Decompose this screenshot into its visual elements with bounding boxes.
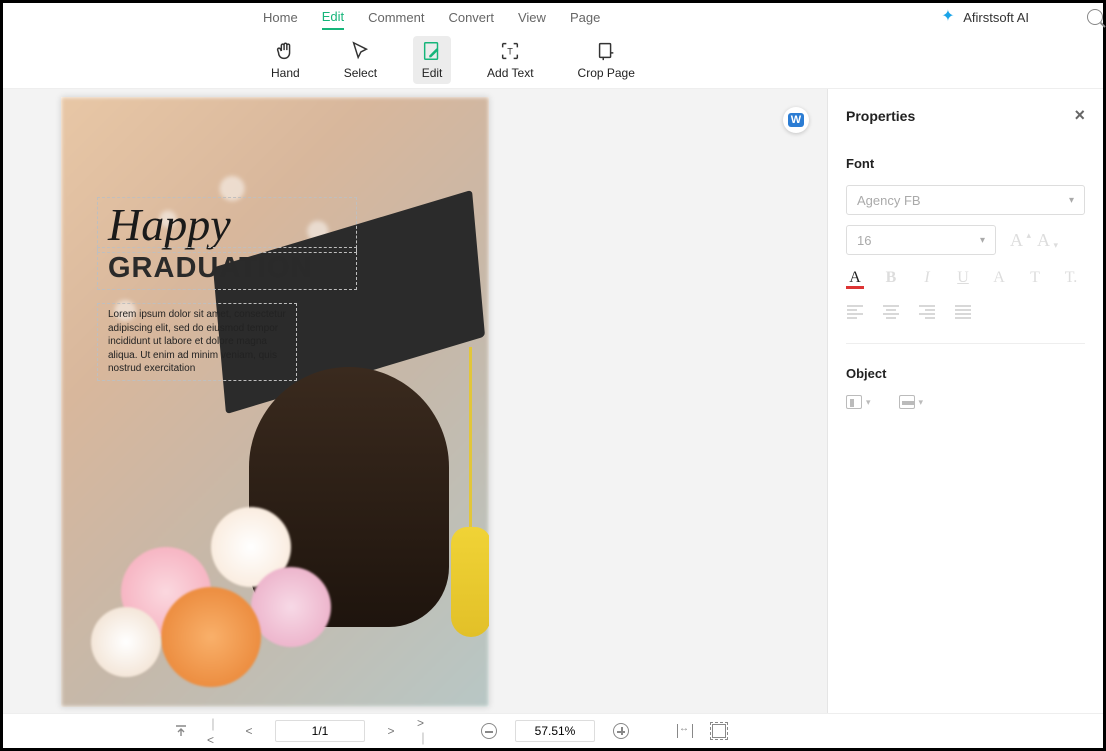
text-lorem[interactable]: Lorem ipsum dolor sit amet, consectetur …: [97, 303, 297, 381]
tool-add-text[interactable]: T Add Text: [479, 36, 541, 84]
tool-edit-label: Edit: [422, 66, 443, 80]
scroll-top-icon[interactable]: [173, 723, 189, 739]
object-align-icon: [846, 395, 862, 409]
align-left-icon[interactable]: [846, 303, 864, 321]
tool-add-text-label: Add Text: [487, 66, 533, 80]
decrease-font-icon[interactable]: A: [1037, 230, 1050, 251]
text-style-t2-icon[interactable]: T.: [1062, 269, 1080, 287]
page-input[interactable]: [275, 720, 365, 742]
font-size-value: 16: [857, 233, 871, 248]
zoom-in-icon[interactable]: [613, 723, 629, 739]
font-family-dropdown[interactable]: Agency FB: [846, 185, 1085, 215]
fit-page-icon[interactable]: [711, 723, 727, 739]
bold-icon[interactable]: B: [882, 269, 900, 287]
flowers-bouquet: [61, 477, 321, 707]
text-happy[interactable]: Happy: [97, 197, 357, 253]
tab-convert[interactable]: Convert: [448, 6, 494, 29]
italic-icon[interactable]: I: [918, 269, 936, 287]
svg-text:T: T: [507, 46, 513, 56]
tab-view[interactable]: View: [518, 6, 546, 29]
next-page-icon[interactable]: >: [383, 723, 399, 739]
close-icon[interactable]: ×: [1074, 105, 1085, 126]
tool-hand[interactable]: Hand: [263, 36, 308, 84]
object-distribute-dropdown[interactable]: [899, 395, 924, 409]
ai-brand-label: Afirstsoft AI: [963, 10, 1029, 25]
menu-bar: Home Edit Comment Convert View Page Afir…: [3, 3, 1103, 31]
first-page-icon[interactable]: ｜<: [207, 723, 223, 739]
word-icon: W: [788, 113, 804, 127]
zoom-input[interactable]: [515, 720, 595, 742]
align-justify-icon[interactable]: [954, 303, 972, 321]
tool-select-label: Select: [344, 66, 377, 80]
convert-to-word-badge[interactable]: W: [783, 107, 809, 133]
document-canvas[interactable]: Happy GRADUATION Lorem ipsum dolor sit a…: [61, 97, 489, 707]
tab-edit[interactable]: Edit: [322, 5, 344, 30]
text-style-a-icon[interactable]: A: [990, 269, 1008, 287]
tab-comment[interactable]: Comment: [368, 6, 424, 29]
edit-page-icon: [421, 40, 443, 62]
crop-icon: [595, 40, 617, 62]
tool-select[interactable]: Select: [336, 36, 385, 84]
add-text-icon: T: [499, 40, 521, 62]
font-section-title: Font: [846, 156, 1085, 171]
increase-font-icon[interactable]: A: [1010, 230, 1023, 251]
font-color-icon[interactable]: A: [846, 269, 864, 287]
object-section-title: Object: [846, 366, 1085, 381]
toolbar: Hand Select Edit T Add Text Crop Page: [3, 31, 1103, 89]
sparkle-icon: [941, 9, 957, 25]
fit-width-icon[interactable]: [677, 723, 693, 739]
tool-edit[interactable]: Edit: [413, 36, 451, 84]
font-family-value: Agency FB: [857, 193, 921, 208]
panel-title: Properties: [846, 108, 915, 124]
properties-panel: Properties × Font Agency FB 16 A A A B I…: [827, 89, 1103, 713]
tool-crop-page-label: Crop Page: [578, 66, 635, 80]
tab-page[interactable]: Page: [570, 6, 600, 29]
ai-brand[interactable]: Afirstsoft AI: [941, 9, 1029, 25]
font-size-dropdown[interactable]: 16: [846, 225, 996, 255]
text-graduation[interactable]: GRADUATION: [97, 247, 357, 290]
tool-hand-label: Hand: [271, 66, 300, 80]
search-icon[interactable]: [1087, 9, 1103, 25]
zoom-out-icon[interactable]: [481, 723, 497, 739]
hand-icon: [274, 40, 296, 62]
align-center-icon[interactable]: [882, 303, 900, 321]
cursor-icon: [349, 40, 371, 62]
align-right-icon[interactable]: [918, 303, 936, 321]
last-page-icon[interactable]: >｜: [417, 723, 433, 739]
object-align-dropdown[interactable]: [846, 395, 871, 409]
tool-crop-page[interactable]: Crop Page: [570, 36, 643, 84]
tab-home[interactable]: Home: [263, 6, 298, 29]
bottom-bar: ｜< < > >｜: [3, 713, 1103, 748]
object-distribute-icon: [899, 395, 915, 409]
underline-icon[interactable]: U: [954, 269, 972, 287]
text-style-t-icon[interactable]: T: [1026, 269, 1044, 287]
prev-page-icon[interactable]: <: [241, 723, 257, 739]
workspace[interactable]: Happy GRADUATION Lorem ipsum dolor sit a…: [3, 89, 827, 713]
